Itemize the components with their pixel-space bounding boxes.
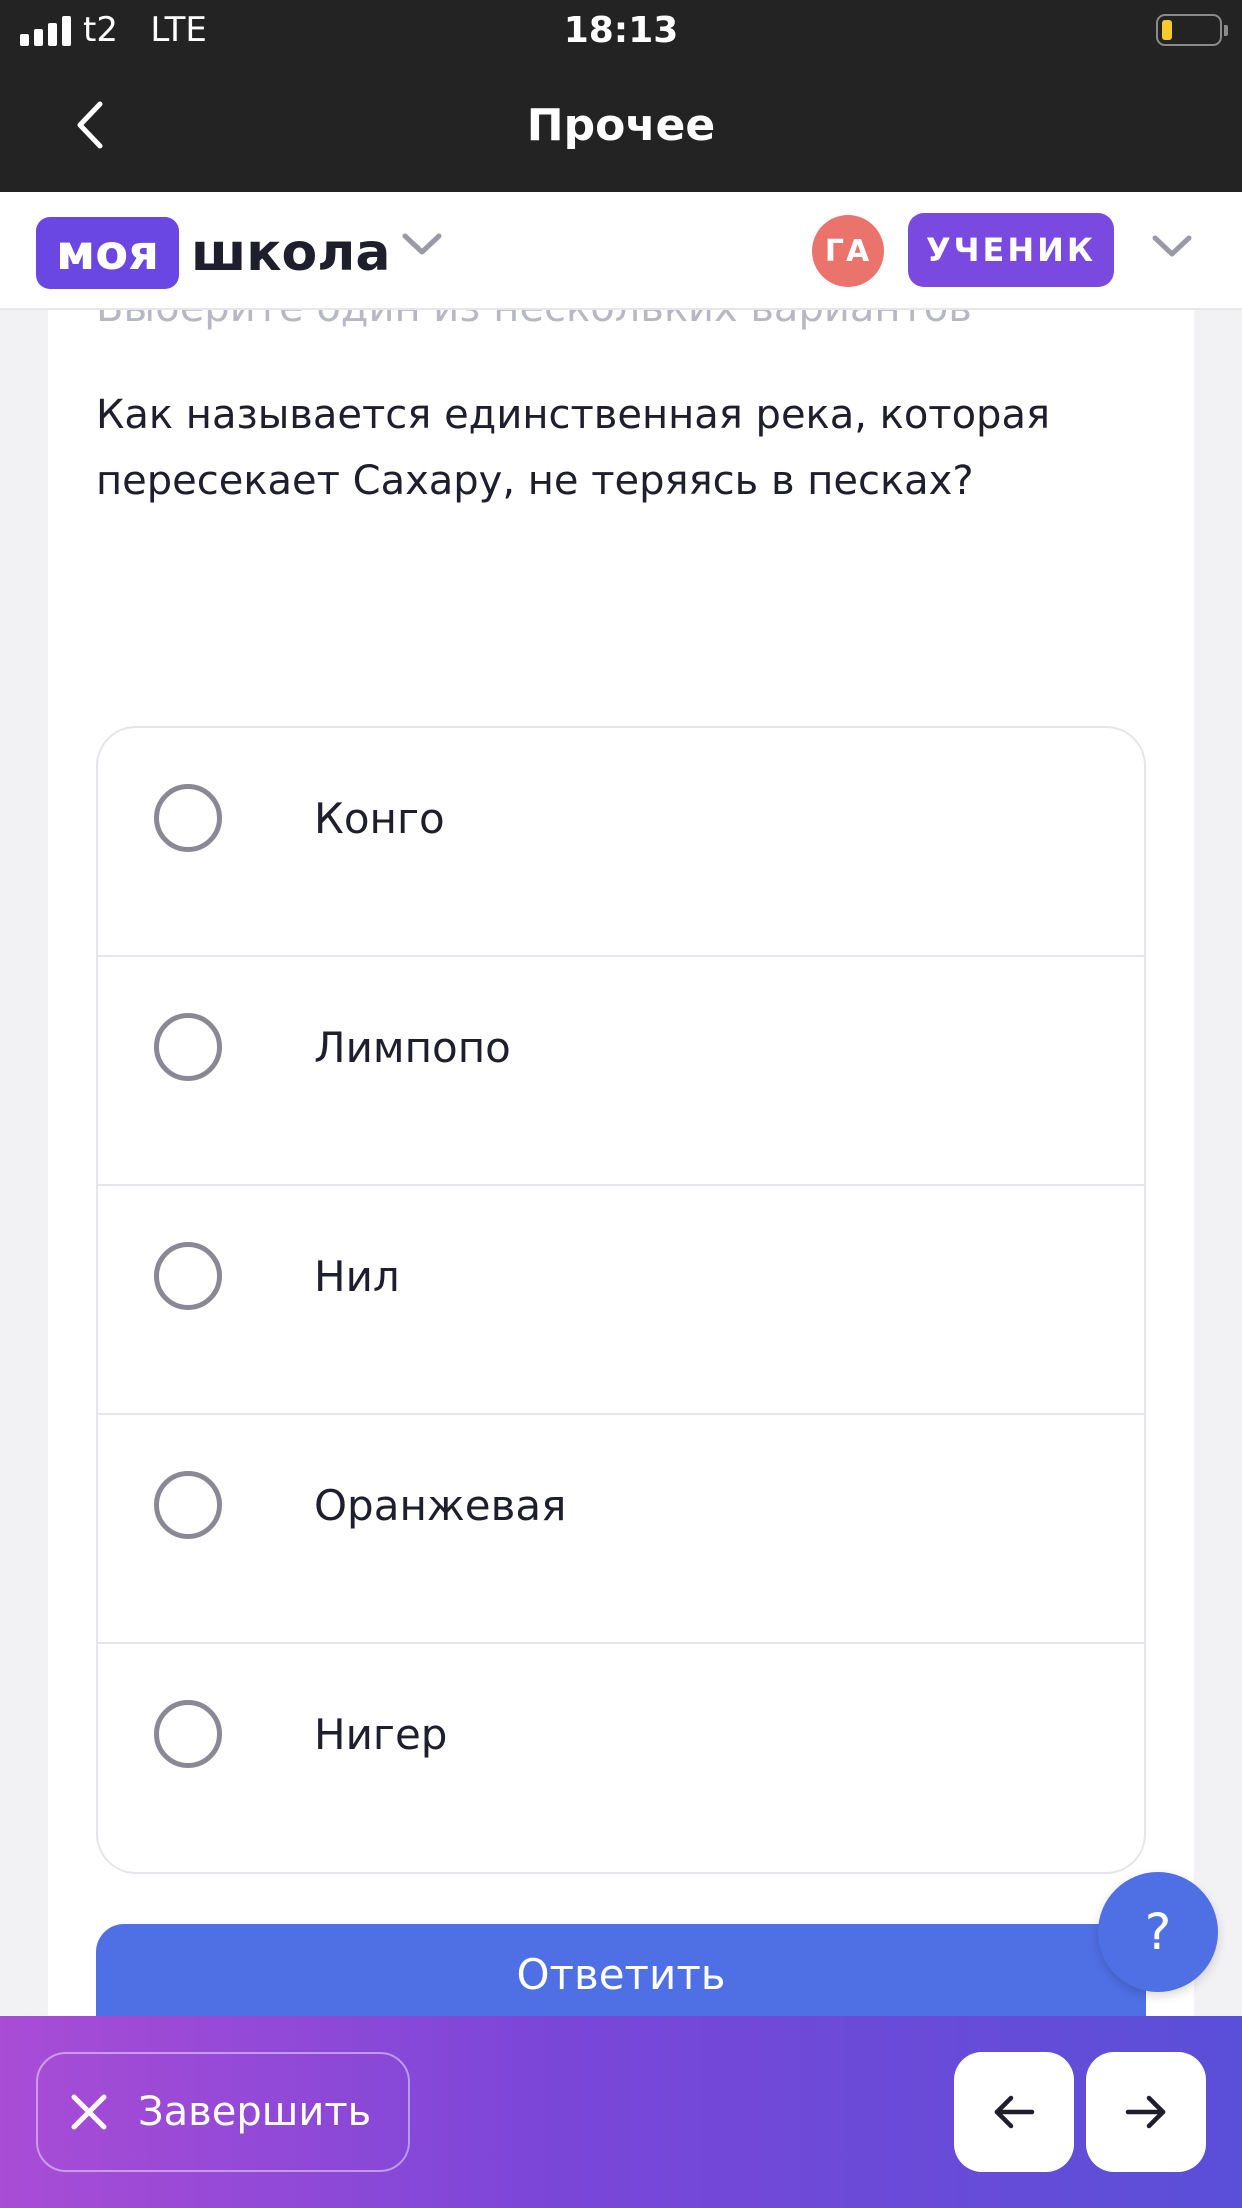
option-label: Лимпопо: [314, 1023, 511, 1072]
arrow-left-icon: [994, 2095, 1035, 2129]
avatar[interactable]: ГА: [812, 215, 884, 287]
finish-button[interactable]: Завершить: [36, 2052, 410, 2172]
close-icon: [68, 2091, 110, 2133]
option-item[interactable]: Нил: [98, 1186, 1144, 1415]
radio-button[interactable]: [154, 1700, 222, 1768]
quiz-card: Выберите один из нескольких вариантов Ка…: [48, 260, 1194, 2074]
logo-moya: моя: [36, 217, 180, 289]
option-label: Нигер: [314, 1710, 448, 1759]
next-button[interactable]: [1086, 2052, 1206, 2172]
radio-button[interactable]: [154, 1471, 222, 1539]
finish-label: Завершить: [138, 2089, 372, 2135]
logo[interactable]: моя школа: [36, 217, 390, 289]
chevron-down-icon[interactable]: [400, 230, 444, 258]
option-label: Конго: [314, 794, 445, 843]
arrow-right-icon: [1125, 2095, 1166, 2129]
radio-button[interactable]: [154, 1242, 222, 1310]
option-item[interactable]: Конго: [98, 728, 1144, 957]
battery-icon: [1156, 14, 1228, 46]
app-header: моя школа ГА УЧЕНИК: [0, 192, 1242, 310]
nav-title: Прочее: [526, 100, 716, 151]
chevron-down-icon[interactable]: [1150, 232, 1194, 260]
option-item[interactable]: Оранжевая: [98, 1415, 1144, 1644]
help-button[interactable]: ?: [1098, 1872, 1218, 1992]
option-label: Нил: [314, 1252, 400, 1301]
option-item[interactable]: Лимпопо: [98, 957, 1144, 1186]
radio-button[interactable]: [154, 1013, 222, 1081]
question-text: Как называется единственная река, котора…: [96, 392, 1051, 504]
role-badge[interactable]: УЧЕНИК: [908, 213, 1114, 287]
radio-button[interactable]: [154, 784, 222, 852]
option-item[interactable]: Нигер: [98, 1644, 1144, 1872]
bottom-bar: Завершить: [0, 2016, 1242, 2208]
clock: 18:13: [563, 10, 679, 51]
option-label: Оранжевая: [314, 1481, 567, 1530]
options-list: Конго Лимпопо Нил Оранжевая Нигер: [96, 726, 1146, 1874]
previous-button[interactable]: [954, 2052, 1074, 2172]
navigation-bar: Прочее: [0, 62, 1242, 192]
status-bar: t2 LTE 18:13: [0, 0, 1242, 62]
logo-shkola: школа: [191, 223, 391, 283]
